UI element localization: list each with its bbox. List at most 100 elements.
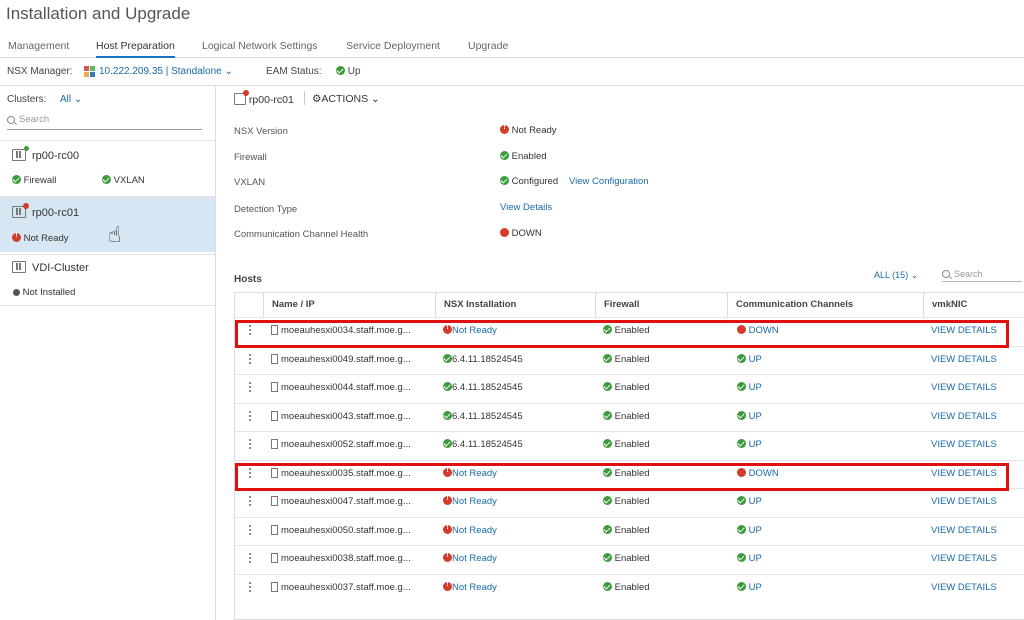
nsx-installation-status: Not Ready	[443, 582, 593, 593]
vmknic-view-details-link[interactable]: VIEW DETAILS	[931, 439, 1021, 450]
nsx-installation-status: Not Ready	[443, 468, 593, 479]
ok-icon	[737, 354, 746, 363]
tab-management[interactable]: Management	[8, 40, 69, 58]
host-name[interactable]: moeauhesxi0035.staff.moe.g...	[271, 468, 431, 479]
host-name[interactable]: moeauhesxi0052.staff.moe.g...	[271, 439, 431, 450]
nsx-installation-status: Not Ready	[443, 496, 593, 507]
host-name[interactable]: moeauhesxi0034.staff.moe.g...	[271, 325, 431, 336]
cluster-item-vdi-cluster[interactable]: VDI-Cluster Not Installed	[0, 254, 215, 306]
row-actions-icon[interactable]	[249, 354, 252, 364]
firewall-status: Enabled	[603, 496, 723, 507]
ok-icon	[443, 411, 452, 420]
tab-upgrade[interactable]: Upgrade	[468, 40, 508, 58]
cluster-status: Not Ready	[12, 232, 69, 244]
communication-channel-status: UP	[737, 354, 917, 365]
nsx-installation-status: Not Ready	[443, 553, 593, 564]
cluster-name: VDI-Cluster	[32, 262, 89, 274]
table-header-communication-channels[interactable]: Communication Channels	[727, 293, 923, 317]
table-header-nsx-installation[interactable]: NSX Installation	[435, 293, 595, 317]
host-name[interactable]: moeauhesxi0044.staff.moe.g...	[271, 382, 431, 393]
host-name[interactable]: moeauhesxi0043.staff.moe.g...	[271, 411, 431, 422]
vmknic-view-details-link[interactable]: VIEW DETAILS	[931, 582, 1021, 593]
host-icon	[271, 582, 278, 592]
table-row[interactable]: moeauhesxi0049.staff.moe.g... 6.4.11.1852…	[235, 346, 1024, 374]
nsx-installation-status: 6.4.11.18524545	[443, 354, 593, 365]
nsx-manager-icon	[84, 66, 95, 77]
row-actions-icon[interactable]	[249, 325, 252, 335]
clusters-filter-select[interactable]: All ⌄	[60, 94, 82, 105]
eam-status-label: EAM Status:	[266, 66, 322, 77]
host-name[interactable]: moeauhesxi0037.staff.moe.g...	[271, 582, 431, 593]
tab-host-preparation[interactable]: Host Preparation	[96, 40, 175, 58]
vmknic-view-details-link[interactable]: VIEW DETAILS	[931, 468, 1021, 479]
error-icon	[443, 525, 452, 534]
table-row[interactable]: moeauhesxi0034.staff.moe.g... Not Ready E…	[235, 317, 1024, 345]
tab-service-deployment[interactable]: Service Deployment	[346, 40, 440, 58]
communication-channel-status: UP	[737, 382, 917, 393]
search-icon	[7, 116, 15, 124]
host-icon	[271, 525, 278, 535]
row-actions-icon[interactable]	[249, 468, 252, 478]
row-actions-icon[interactable]	[249, 496, 252, 506]
prop-label-comm-health: Communication Channel Health	[234, 229, 369, 240]
view-configuration-link[interactable]: View Configuration	[569, 176, 649, 187]
host-icon	[271, 439, 278, 449]
host-name[interactable]: moeauhesxi0047.staff.moe.g...	[271, 496, 431, 507]
error-icon	[737, 325, 746, 334]
host-name[interactable]: moeauhesxi0038.staff.moe.g...	[271, 553, 431, 564]
tab-logical-network-settings[interactable]: Logical Network Settings	[202, 40, 318, 58]
table-header-name[interactable]: Name / IP	[263, 293, 435, 317]
communication-channel-status: UP	[737, 411, 917, 422]
table-row[interactable]: moeauhesxi0052.staff.moe.g... 6.4.11.1852…	[235, 431, 1024, 459]
hosts-filter-select[interactable]: ALL (15) ⌄	[874, 270, 918, 281]
cluster-sidebar: Clusters: All ⌄ Search rp00-rc00 Firewal…	[0, 86, 216, 620]
table-row[interactable]: moeauhesxi0047.staff.moe.g... Not Ready E…	[235, 488, 1024, 516]
hand-cursor-icon: ☝	[108, 222, 122, 247]
host-name[interactable]: moeauhesxi0049.staff.moe.g...	[271, 354, 431, 365]
ok-icon	[443, 382, 452, 391]
nsx-installation-status: 6.4.11.18524545	[443, 439, 593, 450]
ok-icon	[603, 325, 612, 334]
host-name[interactable]: moeauhesxi0050.staff.moe.g...	[271, 525, 431, 536]
vmknic-view-details-link[interactable]: VIEW DETAILS	[931, 411, 1021, 422]
cluster-item-rp00-rc00[interactable]: rp00-rc00 Firewall VXLAN	[0, 140, 215, 194]
table-row[interactable]: moeauhesxi0038.staff.moe.g... Not Ready E…	[235, 545, 1024, 573]
view-details-link[interactable]: View Details	[500, 202, 552, 213]
selected-cluster-title: rp00-rc01	[234, 90, 294, 106]
row-actions-icon[interactable]	[249, 525, 252, 535]
communication-channel-status: DOWN	[737, 325, 917, 336]
row-actions-icon[interactable]	[249, 411, 252, 421]
row-actions-icon[interactable]	[249, 382, 252, 392]
row-actions-icon[interactable]	[249, 553, 252, 563]
error-icon	[500, 228, 509, 237]
firewall-status: Enabled	[603, 468, 723, 479]
table-header-firewall[interactable]: Firewall	[595, 293, 727, 317]
nsx-installation-status: Not Ready	[443, 325, 593, 336]
nsx-manager-select[interactable]: 10.222.209.35 | Standalone ⌄	[99, 66, 233, 77]
hosts-search-input[interactable]: Search	[942, 266, 1022, 282]
ok-icon	[603, 468, 612, 477]
prop-label-detection-type: Detection Type	[234, 204, 298, 215]
divider	[304, 91, 305, 105]
ok-icon	[500, 176, 509, 185]
firewall-status: Enabled	[603, 411, 723, 422]
nsx-installation-status: Not Ready	[443, 525, 593, 536]
vmknic-view-details-link[interactable]: VIEW DETAILS	[931, 525, 1021, 536]
table-row[interactable]: moeauhesxi0044.staff.moe.g... 6.4.11.1852…	[235, 374, 1024, 402]
actions-menu-button[interactable]: ⚙ACTIONS ⌄	[312, 93, 380, 105]
ok-icon	[737, 553, 746, 562]
row-actions-icon[interactable]	[249, 439, 252, 449]
table-row[interactable]: moeauhesxi0050.staff.moe.g... Not Ready E…	[235, 517, 1024, 545]
vmknic-view-details-link[interactable]: VIEW DETAILS	[931, 553, 1021, 564]
vmknic-view-details-link[interactable]: VIEW DETAILS	[931, 496, 1021, 507]
row-actions-icon[interactable]	[249, 582, 252, 592]
host-icon	[271, 553, 278, 563]
vmknic-view-details-link[interactable]: VIEW DETAILS	[931, 354, 1021, 365]
vmknic-view-details-link[interactable]: VIEW DETAILS	[931, 325, 1021, 336]
table-row[interactable]: moeauhesxi0043.staff.moe.g... 6.4.11.1852…	[235, 403, 1024, 431]
vmknic-view-details-link[interactable]: VIEW DETAILS	[931, 382, 1021, 393]
table-row[interactable]: moeauhesxi0035.staff.moe.g... Not Ready E…	[235, 460, 1024, 488]
table-row[interactable]: moeauhesxi0037.staff.moe.g... Not Ready E…	[235, 574, 1024, 602]
cluster-search-input[interactable]: Search	[7, 114, 202, 130]
table-header-vmknic[interactable]: vmkNIC	[923, 293, 1024, 317]
